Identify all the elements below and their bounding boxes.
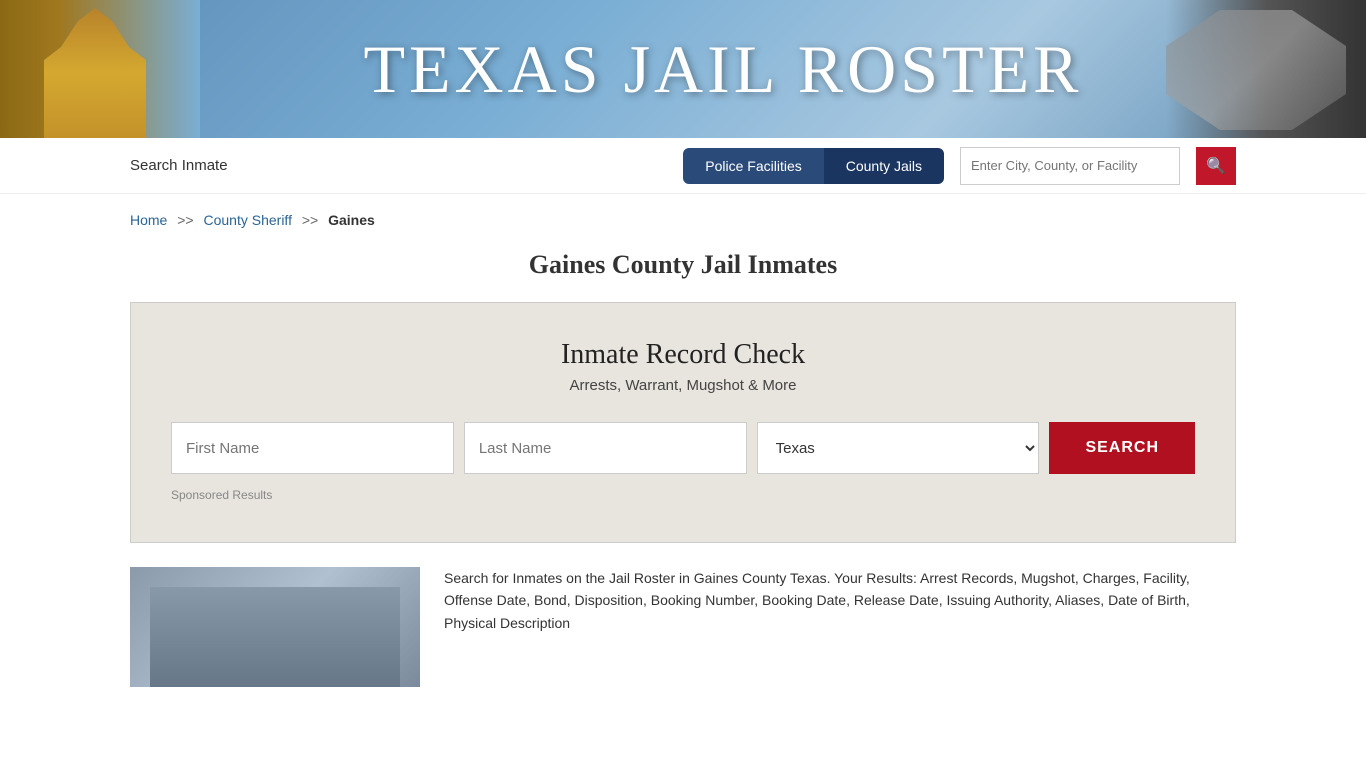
search-inmate-label: Search Inmate — [130, 157, 228, 174]
page-title: Gaines County Jail Inmates — [0, 250, 1366, 280]
keys-decoration — [1166, 10, 1346, 130]
building-image — [130, 567, 420, 687]
record-check-subtitle: Arrests, Warrant, Mugshot & More — [171, 377, 1195, 394]
breadcrumb: Home >> County Sheriff >> Gaines — [0, 194, 1366, 236]
search-facility-button[interactable]: 🔍 — [1196, 147, 1236, 185]
nav-tabs: Police Facilities County Jails — [683, 148, 944, 184]
banner-right-decoration — [1166, 0, 1366, 138]
tab-county-jails[interactable]: County Jails — [824, 148, 944, 184]
search-icon: 🔍 — [1206, 156, 1226, 176]
building-shape — [150, 587, 400, 687]
bottom-section: Search for Inmates on the Jail Roster in… — [130, 567, 1236, 687]
tab-police-facilities[interactable]: Police Facilities — [683, 148, 823, 184]
last-name-input[interactable] — [464, 422, 747, 474]
first-name-input[interactable] — [171, 422, 454, 474]
breadcrumb-county-sheriff[interactable]: County Sheriff — [204, 212, 292, 228]
search-facility-input[interactable] — [960, 147, 1180, 185]
header-banner: Texas Jail Roster — [0, 0, 1366, 138]
site-title: Texas Jail Roster — [363, 30, 1082, 109]
breadcrumb-home[interactable]: Home — [130, 212, 167, 228]
state-select[interactable]: Texas — [757, 422, 1040, 474]
bottom-description: Search for Inmates on the Jail Roster in… — [444, 567, 1236, 634]
record-search-button[interactable]: SEARCH — [1049, 422, 1195, 474]
record-check-form: Texas SEARCH — [171, 422, 1195, 474]
breadcrumb-sep2: >> — [302, 212, 318, 228]
record-check-box: Inmate Record Check Arrests, Warrant, Mu… — [130, 302, 1236, 543]
nav-bar: Search Inmate Police Facilities County J… — [0, 138, 1366, 194]
breadcrumb-current: Gaines — [328, 212, 375, 228]
sponsored-results-label: Sponsored Results — [171, 488, 1195, 502]
breadcrumb-sep1: >> — [177, 212, 193, 228]
capitol-building — [10, 8, 180, 138]
banner-left-decoration — [0, 0, 200, 138]
record-check-title: Inmate Record Check — [171, 339, 1195, 371]
